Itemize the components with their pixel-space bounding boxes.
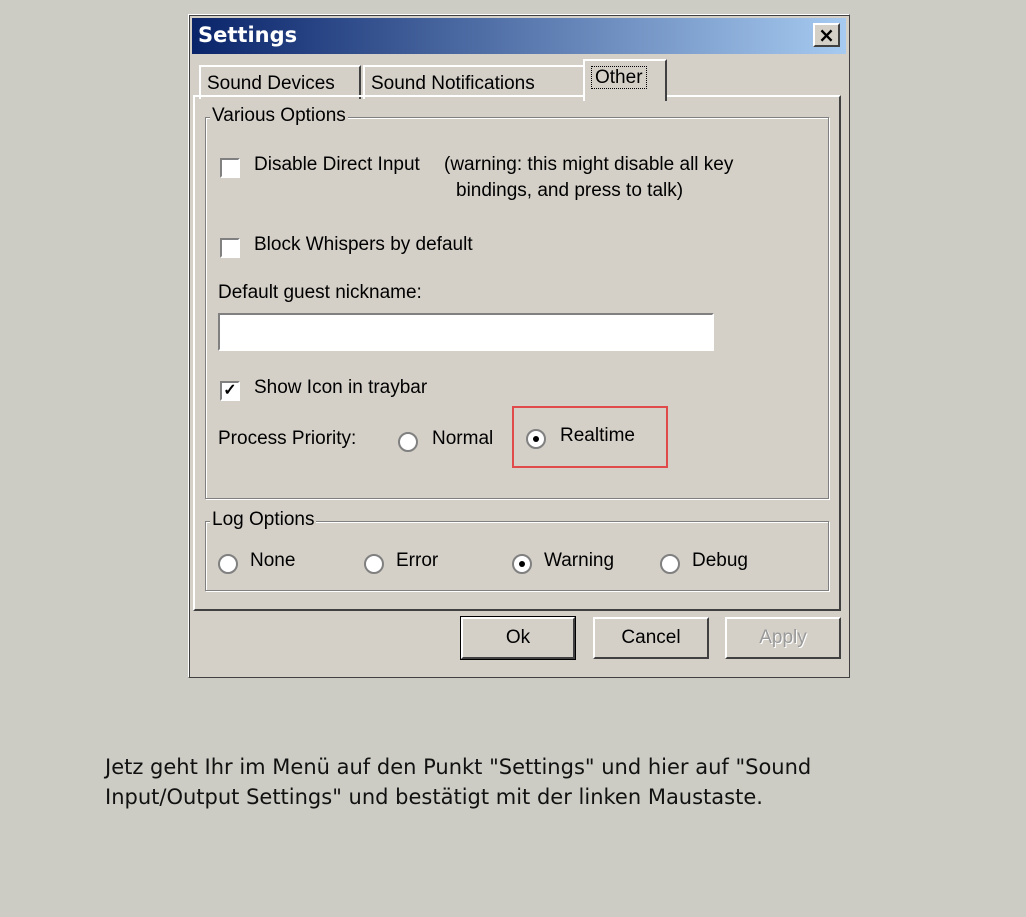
window-title: Settings <box>198 23 298 47</box>
tab-other[interactable]: Other <box>583 59 667 101</box>
disable-direct-input-checkbox[interactable] <box>220 158 240 178</box>
ok-button-label: Ok <box>505 627 531 648</box>
close-icon: × <box>818 23 835 47</box>
tab-label: Sound Notifications <box>371 73 535 94</box>
tab-sound-devices[interactable]: Sound Devices <box>199 65 361 99</box>
warning-text-2: bindings, and press to talk) <box>456 180 684 201</box>
priority-realtime-label: Realtime <box>560 425 635 446</box>
caption-line-1: Jetz geht Ihr im Menü auf den Punkt "Set… <box>105 755 812 779</box>
tab-sound-notifications[interactable]: Sound Notifications <box>363 65 587 99</box>
show-icon-checkbox[interactable]: ✓ <box>220 381 240 401</box>
log-warning-radio[interactable] <box>512 554 532 574</box>
process-priority-label: Process Priority: <box>218 428 357 449</box>
priority-normal-label: Normal <box>432 428 494 449</box>
log-none-label: None <box>250 550 296 571</box>
log-none-radio[interactable] <box>218 554 238 574</box>
priority-realtime-radio[interactable] <box>526 429 546 449</box>
group-title: Various Options <box>210 105 348 127</box>
block-whispers-checkbox[interactable] <box>220 238 240 258</box>
show-icon-label: Show Icon in traybar <box>254 377 428 398</box>
tab-label: Sound Devices <box>207 73 335 94</box>
ok-button[interactable]: Ok <box>460 616 576 660</box>
cancel-button[interactable]: Cancel <box>593 617 709 659</box>
group-title: Log Options <box>210 509 317 531</box>
radio-dot <box>519 561 525 567</box>
warning-text: (warning: this might disable all key <box>444 154 734 175</box>
guest-nickname-input[interactable] <box>218 313 714 351</box>
various-options-group: Various Options Disable Direct Input (wa… <box>205 105 829 499</box>
log-options-group: Log Options None Error Warning Debug <box>205 509 829 591</box>
instruction-caption: Jetz geht Ihr im Menü auf den Punkt "Set… <box>105 752 1020 812</box>
tab-panel-other: Various Options Disable Direct Input (wa… <box>193 95 841 611</box>
priority-normal-radio[interactable] <box>398 432 418 452</box>
title-bar: Settings × <box>192 18 846 54</box>
disable-direct-input-label: Disable Direct Input <box>254 154 420 175</box>
log-debug-radio[interactable] <box>660 554 680 574</box>
checkmark-icon: ✓ <box>223 382 237 399</box>
close-button[interactable]: × <box>813 23 840 47</box>
apply-button[interactable]: Apply <box>725 617 841 659</box>
cancel-button-label: Cancel <box>621 627 681 648</box>
radio-dot <box>533 436 539 442</box>
block-whispers-label: Block Whispers by default <box>254 234 473 255</box>
caption-line-2: Input/Output Settings" und bestätigt mit… <box>105 785 763 809</box>
log-error-label: Error <box>396 550 439 571</box>
log-warning-label: Warning <box>544 550 615 571</box>
settings-dialog: Settings × Sound Devices Sound Notificat… <box>188 14 850 678</box>
tab-label: Other <box>591 66 647 89</box>
log-error-radio[interactable] <box>364 554 384 574</box>
apply-button-label: Apply <box>759 627 807 648</box>
guest-nickname-label: Default guest nickname: <box>218 282 422 303</box>
log-debug-label: Debug <box>692 550 748 571</box>
